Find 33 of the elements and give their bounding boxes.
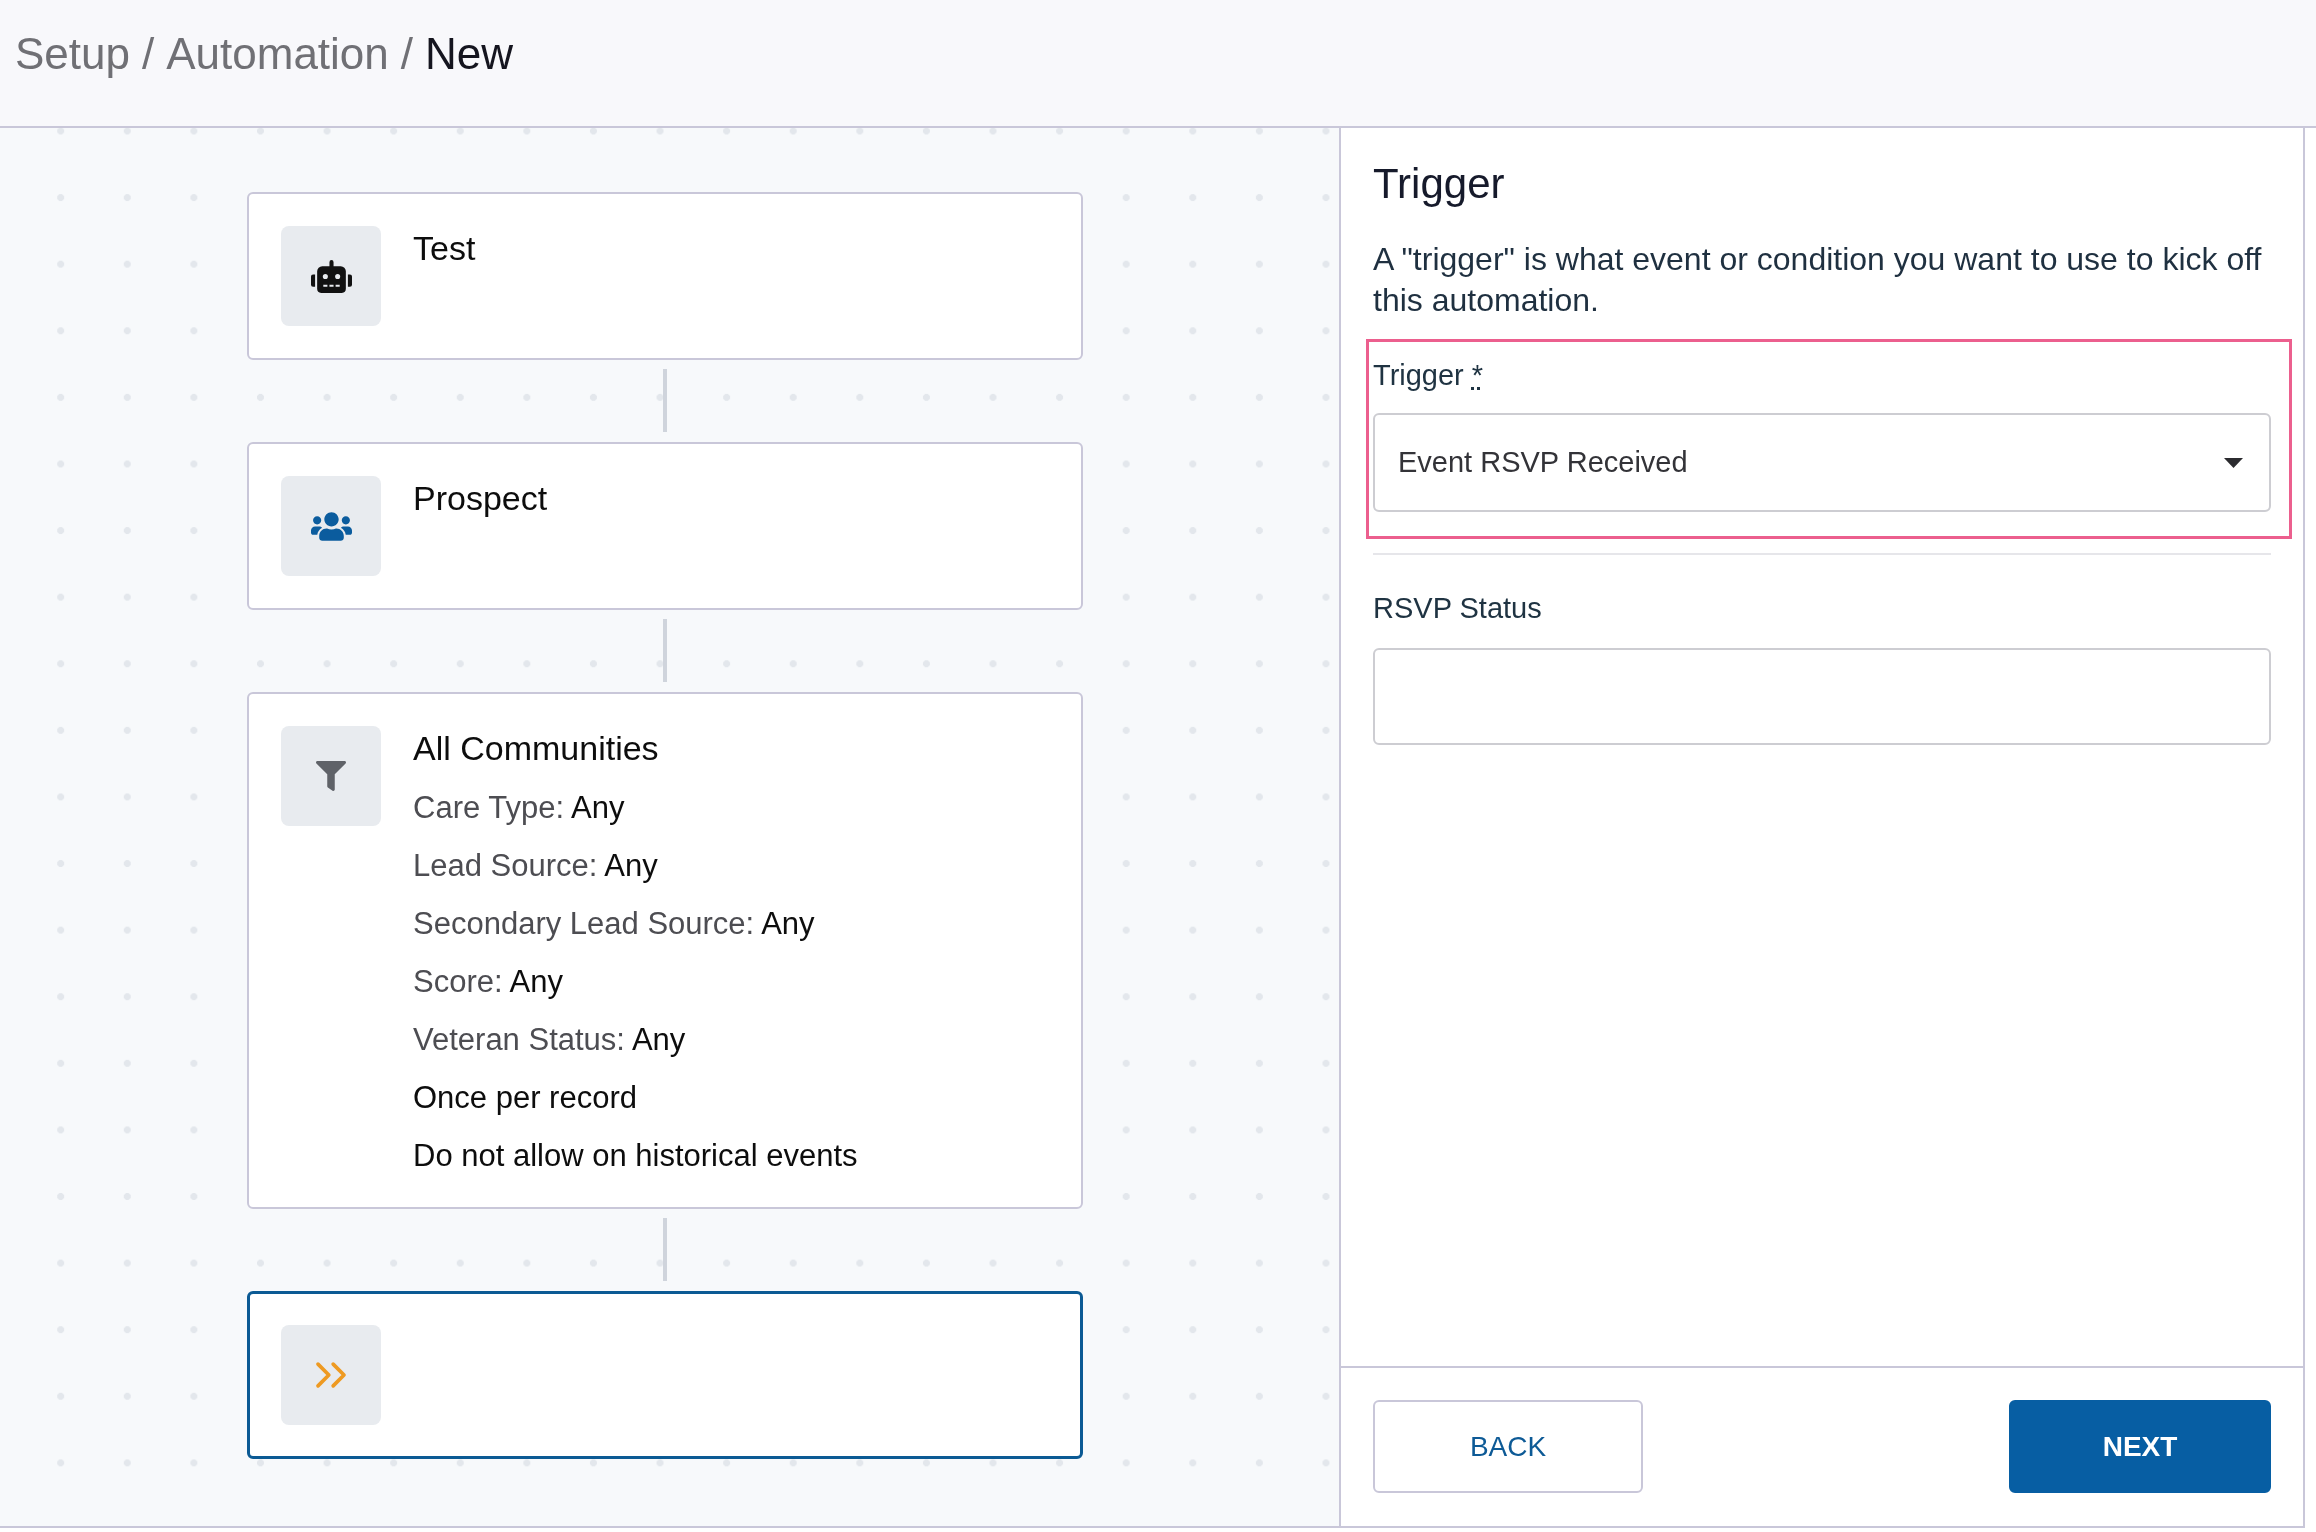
filter-condition-text: Veteran Status: Any: [413, 1021, 686, 1059]
filter-option-text: Once per record: [413, 1079, 637, 1117]
breadcrumb-separator: /: [142, 28, 155, 80]
breadcrumb-separator: /: [400, 28, 414, 80]
field-label: Trigger: [1373, 358, 1464, 393]
double-chevron-icon: [281, 1325, 381, 1425]
back-button[interactable]: BACK: [1373, 1400, 1643, 1493]
people-icon: [281, 476, 381, 576]
flow-node-card[interactable]: [247, 1291, 1083, 1459]
filter-condition-text: Care Type: Any: [413, 789, 625, 827]
node-title: Test: [413, 228, 476, 269]
caret-down-icon: [2224, 457, 2243, 468]
filter-icon: [281, 726, 381, 826]
next-button[interactable]: NEXT: [2009, 1400, 2271, 1493]
input-field[interactable]: [1373, 648, 2271, 745]
breadcrumb-link[interactable]: Setup: [15, 28, 130, 80]
flow-node-card[interactable]: Prospect: [247, 442, 1083, 610]
filter-condition-text: Score: Any: [413, 963, 563, 1001]
node-title: All Communities: [413, 728, 659, 769]
filter-condition-text: Lead Source: Any: [413, 847, 658, 885]
required-mark: *: [1471, 358, 1484, 393]
breadcrumb-current-page: New: [425, 28, 514, 80]
panel-description: A "trigger" is what event or condition you want to use to kick off this automation.: [1373, 240, 2263, 320]
node-title: Prospect: [413, 478, 548, 519]
dropdown[interactable]: Event RSVP Received: [1373, 413, 2271, 512]
filter-condition-text: Secondary Lead Source: Any: [413, 905, 815, 943]
panel-title: Trigger: [1373, 159, 1505, 209]
flow-node-card[interactable]: All Communities Care Type: Any Lead Source: Any Secondary Lead Source: Any Score: Any Veteran Status: Any Once per record Do not allow on historical events: [247, 692, 1083, 1209]
filter-option-text: Do not allow on historical events: [413, 1137, 858, 1175]
flow-node-card[interactable]: Test: [247, 192, 1083, 360]
robot-icon: [281, 226, 381, 326]
breadcrumb-link[interactable]: Automation: [166, 28, 389, 80]
field-label: RSVP Status: [1373, 591, 1542, 626]
